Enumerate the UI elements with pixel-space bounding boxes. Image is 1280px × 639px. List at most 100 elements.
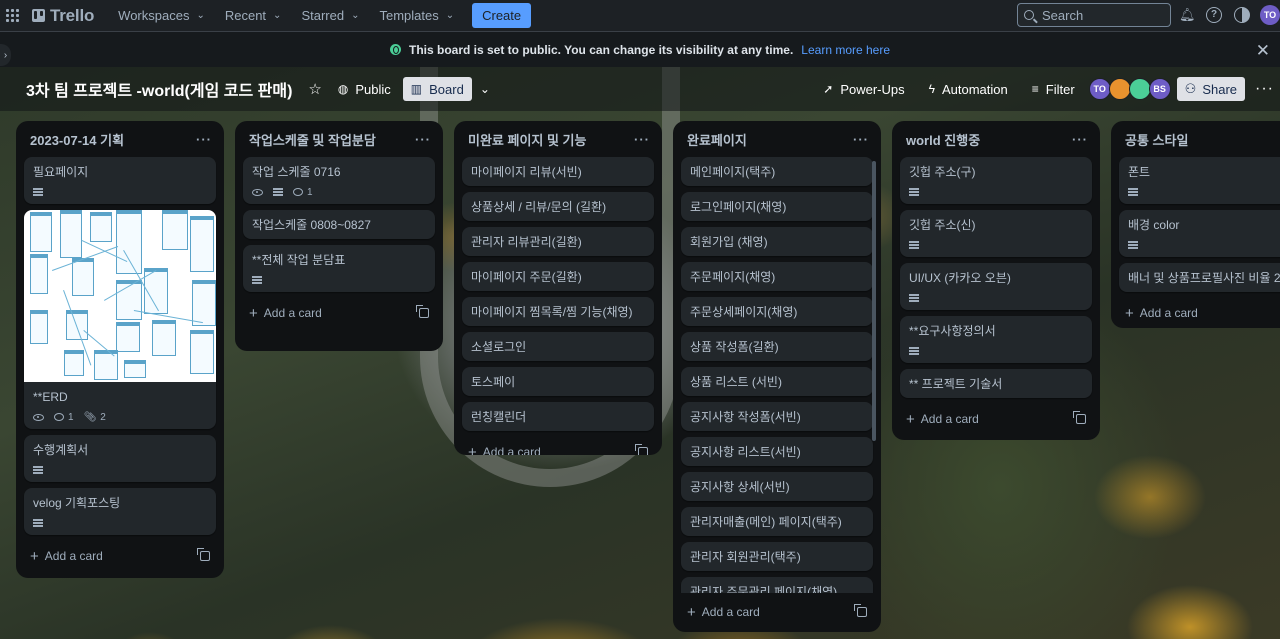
card[interactable]: 토스페이 xyxy=(462,367,654,396)
card[interactable]: 깃헙 주소(구) xyxy=(900,157,1092,204)
help-icon[interactable]: ? xyxy=(1206,7,1222,23)
card[interactable]: 마이페이지 주문(길환) xyxy=(462,262,654,291)
member-avatar[interactable] xyxy=(1108,78,1131,100)
add-card-button[interactable]: + Add a card xyxy=(458,437,658,455)
card[interactable]: 메인페이지(택주) xyxy=(681,157,873,186)
card-template-icon[interactable] xyxy=(416,305,429,318)
card-title: 마이페이지 주문(길환) xyxy=(471,270,582,284)
card[interactable]: 상품 리스트 (서빈) xyxy=(681,367,873,396)
card[interactable]: velog 기획포스팅 xyxy=(24,488,216,535)
list-menu-icon[interactable]: ··· xyxy=(415,132,431,147)
trello-logo[interactable]: Trello xyxy=(32,6,94,26)
card[interactable]: 관리자 회원관리(택주) xyxy=(681,542,873,571)
card[interactable]: 관리자 주문관리 페이지(채영) xyxy=(681,577,873,593)
card[interactable]: 소셜로그인 xyxy=(462,332,654,361)
card[interactable]: 관리자 리뷰관리(길환) xyxy=(462,227,654,256)
card[interactable]: 공지사항 상세(서빈) xyxy=(681,472,873,501)
automation-button[interactable]: ϟ Automation xyxy=(921,77,1016,101)
list-cards: 필요페이지 **ERD 1 📎︎ 2 수행계획서 velog 기획포스팅 xyxy=(20,157,220,535)
learn-more-link[interactable]: Learn more here xyxy=(801,43,890,57)
app-switcher-icon[interactable] xyxy=(6,8,20,23)
notifications-bell-icon[interactable]: 🔔︎ xyxy=(1179,7,1196,23)
member-avatar[interactable] xyxy=(1128,78,1151,100)
list-title[interactable]: world 진행중 xyxy=(906,130,980,149)
card[interactable]: 주문페이지(채영) xyxy=(681,262,873,291)
member-avatar[interactable]: TO xyxy=(1088,78,1111,100)
nav-label: Starred xyxy=(301,8,345,23)
add-card-button[interactable]: + Add a card xyxy=(896,404,1096,434)
card-badges xyxy=(1128,186,1280,198)
views-chevron-down-icon[interactable]: ⌄ xyxy=(480,82,490,96)
nav-templates[interactable]: Templates ⌄ xyxy=(369,0,464,32)
list-title[interactable]: 작업스케줄 및 작업분담 xyxy=(249,130,376,149)
add-card-button[interactable]: + Add a card xyxy=(1115,298,1280,328)
card[interactable]: 관리자매출(메인) 페이지(택주) xyxy=(681,507,873,536)
card[interactable]: 상품상세 / 리뷰/문의 (길환) xyxy=(462,192,654,221)
star-icon[interactable]: ☆ xyxy=(308,80,321,98)
card[interactable]: UI/UX (카카오 오븐) xyxy=(900,263,1092,310)
theme-toggle-icon[interactable] xyxy=(1234,7,1250,23)
card[interactable]: 수행계획서 xyxy=(24,435,216,482)
nav-workspaces[interactable]: Workspaces ⌄ xyxy=(108,0,215,32)
visibility-button[interactable]: ◍ Public xyxy=(330,77,399,101)
card[interactable]: 회원가입 (채영) xyxy=(681,227,873,256)
create-button[interactable]: Create xyxy=(472,3,532,28)
list-menu-icon[interactable]: ··· xyxy=(853,132,869,147)
card[interactable]: 공지사항 리스트(서빈) xyxy=(681,437,873,466)
card-badges xyxy=(33,517,207,529)
card-title: 필요페이지 xyxy=(33,165,89,179)
list-menu-icon[interactable]: ··· xyxy=(196,132,212,147)
list-scrollbar[interactable] xyxy=(872,161,876,441)
add-card-button[interactable]: + Add a card xyxy=(677,597,877,627)
card-template-icon[interactable] xyxy=(854,604,867,617)
erd-table xyxy=(90,212,112,242)
board-view-button[interactable]: ▥ Board xyxy=(402,77,472,101)
list-title[interactable]: 미완료 페이지 및 기능 xyxy=(468,130,586,149)
list-title[interactable]: 공통 스타일 xyxy=(1125,130,1188,149)
account-avatar[interactable]: TO xyxy=(1260,5,1280,25)
card-template-icon[interactable] xyxy=(635,444,648,455)
card[interactable]: 배너 및 상품프로필사진 비율 2:1 xyxy=(1119,263,1280,292)
list-title[interactable]: 완료페이지 xyxy=(687,130,747,149)
card[interactable]: **ERD 1 📎︎ 2 xyxy=(24,210,216,429)
card[interactable]: 로그인페이지(채영) xyxy=(681,192,873,221)
board-title[interactable]: 3차 팀 프로젝트 -world(게임 코드 판매) xyxy=(26,77,292,101)
nav-starred[interactable]: Starred ⌄ xyxy=(291,0,369,32)
card-template-icon[interactable] xyxy=(1073,411,1086,424)
close-icon[interactable]: ✕ xyxy=(1256,41,1270,61)
card[interactable]: **요구사항정의서 xyxy=(900,316,1092,363)
card[interactable]: 배경 color xyxy=(1119,210,1280,257)
card[interactable]: 깃헙 주소(신) xyxy=(900,210,1092,257)
description-icon xyxy=(1128,188,1138,196)
card[interactable]: 주문상세페이지(채영) xyxy=(681,297,873,326)
search-input[interactable]: Search xyxy=(1017,3,1171,27)
card[interactable]: 상품 작성폼(길환) xyxy=(681,332,873,361)
list-title[interactable]: 2023-07-14 기획 xyxy=(30,130,124,149)
power-ups-button[interactable]: ➚ Power-Ups xyxy=(815,77,912,101)
share-button[interactable]: ⚇ Share xyxy=(1176,77,1246,101)
board-menu-icon[interactable]: ··· xyxy=(1255,80,1274,98)
add-card-button[interactable]: + Add a card xyxy=(20,541,220,571)
card[interactable]: 마이페이지 리뷰(서빈) xyxy=(462,157,654,186)
card[interactable]: 작업스케줄 0808~0827 xyxy=(243,210,435,239)
nav-recent[interactable]: Recent ⌄ xyxy=(215,0,292,32)
card[interactable]: 작업 스케줄 0716 1 xyxy=(243,157,435,204)
card-template-icon[interactable] xyxy=(197,548,210,561)
card[interactable]: 런칭캘린더 xyxy=(462,402,654,431)
add-card-button[interactable]: + Add a card xyxy=(239,298,439,328)
filter-button[interactable]: ≡ Filter xyxy=(1024,77,1083,101)
share-label: Share xyxy=(1202,81,1238,97)
list-menu-icon[interactable]: ··· xyxy=(1072,132,1088,147)
card-title: 관리자 회원관리(택주) xyxy=(690,550,801,564)
card[interactable]: **전체 작업 분담표 xyxy=(243,245,435,292)
description-icon xyxy=(1128,241,1138,249)
card[interactable]: 공지사항 작성폼(서빈) xyxy=(681,402,873,431)
eye-icon xyxy=(33,413,44,421)
erd-table xyxy=(152,320,176,356)
member-avatar[interactable]: BS xyxy=(1148,78,1171,100)
card[interactable]: 폰트 xyxy=(1119,157,1280,204)
card[interactable]: 마이페이지 찜목록/찜 기능(채영) xyxy=(462,297,654,326)
card[interactable]: 필요페이지 xyxy=(24,157,216,204)
card[interactable]: ** 프로젝트 기술서 xyxy=(900,369,1092,398)
list-menu-icon[interactable]: ··· xyxy=(634,132,650,147)
